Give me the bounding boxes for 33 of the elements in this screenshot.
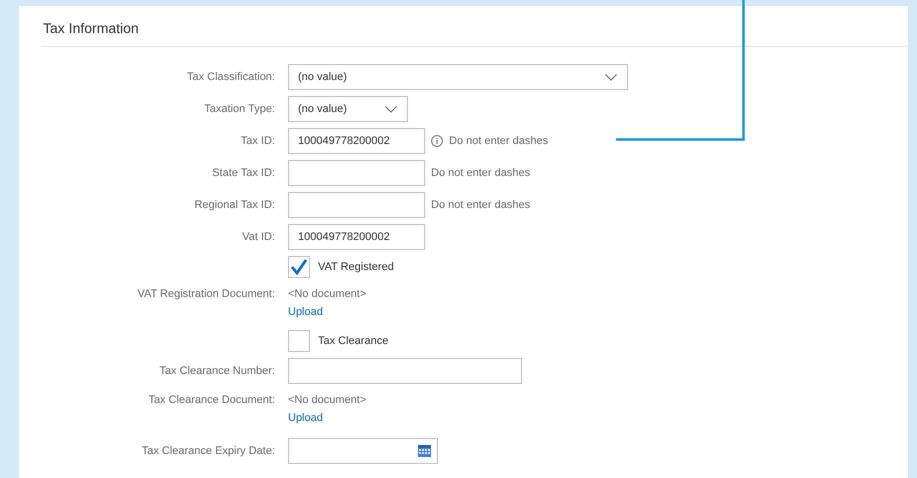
input-field[interactable]: 100049778200002 [288, 128, 425, 154]
hint-text: Do not enter dashes [431, 166, 530, 181]
upload-link[interactable]: Upload [288, 409, 323, 427]
field-label: Tax Classification: [186, 70, 275, 85]
field-label: Tax Clearance Expiry Date: [142, 444, 275, 459]
chevron-down-icon [385, 106, 397, 112]
document-status: <No document> [288, 393, 366, 408]
field-label: Tax Clearance Document: [148, 393, 275, 408]
input-field[interactable] [288, 358, 522, 384]
hint-text: Do not enter dashes [449, 134, 548, 149]
checkbox-label: Tax Clearance [318, 334, 388, 349]
field-label: Regional Tax ID: [194, 198, 275, 213]
checkbox[interactable] [288, 256, 310, 278]
upload-link[interactable]: Upload [288, 303, 323, 321]
chevron-down-icon [605, 74, 617, 80]
document-status: <No document> [288, 287, 366, 302]
field-label: State Tax ID: [212, 166, 275, 181]
field-label: Tax ID: [240, 134, 275, 149]
input-field[interactable] [288, 160, 425, 186]
checkbox-label: VAT Registered [318, 260, 394, 275]
checkbox[interactable] [288, 330, 310, 352]
field-label: Taxation Type: [204, 102, 275, 117]
field-label: Tax Clearance Number: [159, 364, 275, 379]
hint-text: Do not enter dashes [431, 198, 530, 213]
field-label: VAT Registration Document: [137, 287, 275, 302]
dropdown[interactable]: (no value) [288, 64, 628, 90]
dropdown[interactable]: (no value) [288, 96, 408, 122]
field-label: Vat ID: [242, 230, 275, 245]
input-field[interactable] [288, 192, 425, 218]
calendar-icon[interactable] [418, 445, 431, 457]
input-field[interactable]: 100049778200002 [288, 224, 425, 250]
section-title: Tax Information [43, 19, 139, 37]
date-field[interactable] [288, 438, 438, 464]
